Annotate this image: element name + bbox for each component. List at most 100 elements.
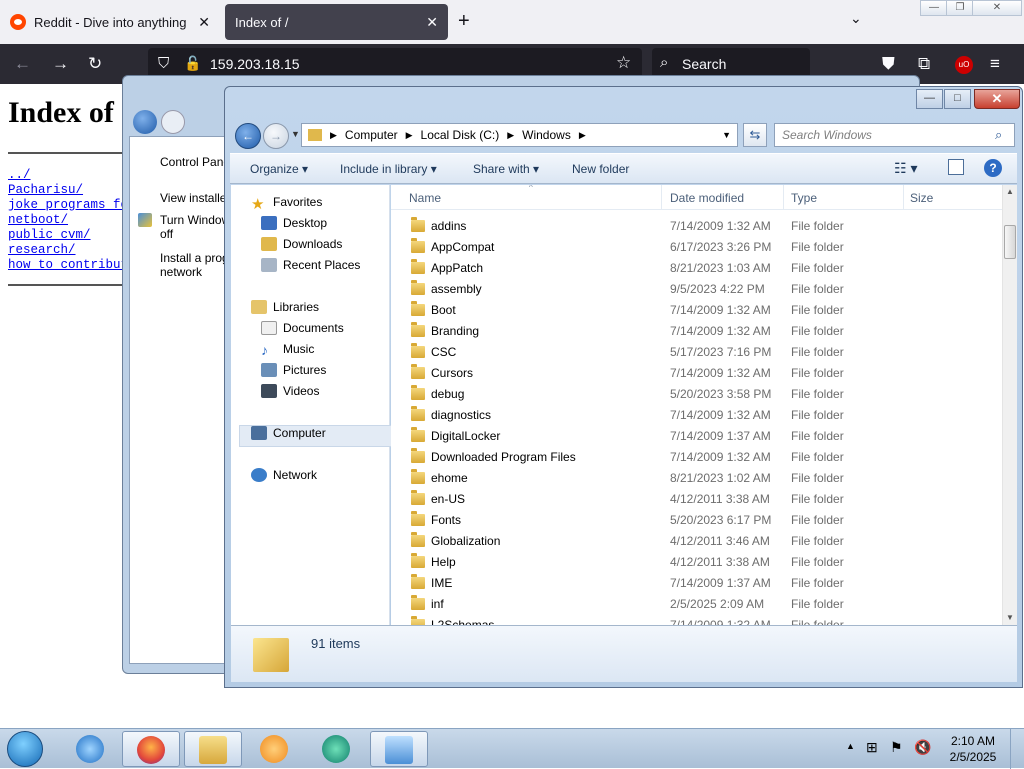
file-row[interactable]: Fonts 5/20/2023 6:17 PM File folder xyxy=(391,510,1002,531)
preview-pane-icon[interactable] xyxy=(948,159,964,175)
column-name[interactable]: Name xyxy=(409,191,441,205)
chevron-right-icon[interactable]: ▶ xyxy=(406,130,413,141)
scroll-thumb[interactable] xyxy=(1004,225,1016,259)
reload-icon[interactable]: ↻ xyxy=(88,54,102,74)
nav-documents[interactable]: Documents xyxy=(261,321,344,335)
chevron-right-icon[interactable]: ▶ xyxy=(579,130,586,141)
column-divider[interactable] xyxy=(783,185,784,210)
dir-link[interactable]: research/ xyxy=(8,243,76,257)
show-desktop-button[interactable] xyxy=(1010,729,1024,769)
view-installed-link[interactable]: View installe xyxy=(160,191,226,205)
nav-desktop[interactable]: Desktop xyxy=(261,216,327,230)
refresh-icon[interactable]: ⇆ xyxy=(743,123,767,147)
file-row[interactable]: Boot 7/14/2009 1:32 AM File folder xyxy=(391,300,1002,321)
share-with-button[interactable]: Share with ▾ xyxy=(473,162,539,176)
taskbar-control-panel[interactable] xyxy=(370,731,428,767)
file-row[interactable]: Branding 7/14/2009 1:32 AM File folder xyxy=(391,321,1002,342)
explorer-window[interactable]: — □ ✕ ← → ▼ ▶ Computer ▶ Local Disk (C:)… xyxy=(224,86,1023,688)
search-icon[interactable]: ⌕ xyxy=(995,127,1002,143)
include-in-library-button[interactable]: Include in library ▾ xyxy=(340,162,437,176)
column-divider[interactable] xyxy=(903,185,904,210)
back-icon[interactable]: ← xyxy=(235,123,261,149)
chevron-right-icon[interactable]: ▶ xyxy=(507,130,514,141)
volume-muted-icon[interactable]: 🔇 xyxy=(914,739,931,756)
nav-downloads[interactable]: Downloads xyxy=(261,237,342,251)
insecure-lock-icon[interactable]: 🔓 xyxy=(184,55,201,72)
file-row[interactable]: diagnostics 7/14/2009 1:32 AM File folder xyxy=(391,405,1002,426)
nav-recent-places[interactable]: Recent Places xyxy=(261,258,360,272)
nav-favorites[interactable]: ★ Favorites xyxy=(251,195,322,213)
dir-link[interactable]: public_cvm/ xyxy=(8,228,91,242)
forward-icon[interactable]: → xyxy=(263,123,289,149)
file-row[interactable]: Cursors 7/14/2009 1:32 AM File folder xyxy=(391,363,1002,384)
minimize-button[interactable]: — xyxy=(916,89,943,109)
dir-link[interactable]: netboot/ xyxy=(8,213,68,227)
taskbar-firefox[interactable] xyxy=(122,731,180,767)
taskbar-explorer[interactable] xyxy=(184,731,242,767)
taskbar-app[interactable] xyxy=(308,731,366,767)
nav-pictures[interactable]: Pictures xyxy=(261,363,326,377)
file-row[interactable]: AppPatch 8/21/2023 1:03 AM File folder xyxy=(391,258,1002,279)
file-row[interactable]: Downloaded Program Files 7/14/2009 1:32 A… xyxy=(391,447,1002,468)
nav-music[interactable]: ♪ Music xyxy=(261,342,314,358)
nav-network[interactable]: Network xyxy=(251,468,317,482)
column-type[interactable]: Type xyxy=(791,191,817,205)
nav-computer[interactable]: Computer xyxy=(251,426,326,440)
maximize-button[interactable]: □ xyxy=(944,89,971,109)
column-divider[interactable] xyxy=(661,185,662,210)
file-row[interactable]: Help 4/12/2011 3:38 AM File folder xyxy=(391,552,1002,573)
menu-icon[interactable]: ≡ xyxy=(990,54,1000,74)
search-input[interactable]: Search Windows xyxy=(774,123,1015,147)
breadcrumb-computer[interactable]: Computer xyxy=(345,128,398,142)
column-size[interactable]: Size xyxy=(910,191,933,205)
forward-icon[interactable] xyxy=(161,110,185,134)
action-center-flag-icon[interactable]: ⚑ xyxy=(890,739,903,756)
dir-link[interactable]: how_to_contribute xyxy=(8,258,136,272)
back-icon[interactable] xyxy=(133,110,157,134)
dir-link[interactable]: Pacharisu/ xyxy=(8,183,83,197)
close-tab-icon[interactable]: ✕ xyxy=(198,14,210,31)
file-row[interactable]: Globalization 4/12/2011 3:46 AM File folde… xyxy=(391,531,1002,552)
file-row[interactable]: assembly 9/5/2023 4:22 PM File folder xyxy=(391,279,1002,300)
pocket-icon[interactable]: ⛊ xyxy=(882,54,895,74)
bookmark-star-icon[interactable]: ☆ xyxy=(616,53,631,73)
control-panel-home-link[interactable]: Control Pane xyxy=(160,155,230,169)
taskbar-media-player[interactable] xyxy=(246,731,304,767)
file-row[interactable]: inf 2/5/2025 2:09 AM File folder xyxy=(391,594,1002,615)
close-tab-icon[interactable]: ✕ xyxy=(426,14,438,31)
maximize-button[interactable]: ❐ xyxy=(946,0,974,16)
file-row[interactable]: CSC 5/17/2023 7:16 PM File folder xyxy=(391,342,1002,363)
new-tab-button[interactable]: + xyxy=(458,10,470,33)
forward-icon[interactable]: → xyxy=(52,54,69,74)
address-dropdown-icon[interactable]: ▼ xyxy=(722,130,731,140)
file-row[interactable]: addins 7/14/2009 1:32 AM File folder xyxy=(391,216,1002,237)
file-row[interactable]: DigitalLocker 7/14/2009 1:37 AM File folde… xyxy=(391,426,1002,447)
file-row[interactable]: IME 7/14/2009 1:37 AM File folder xyxy=(391,573,1002,594)
scroll-down-icon[interactable]: ▼ xyxy=(1006,613,1014,622)
search-placeholder[interactable]: Search xyxy=(682,56,726,72)
minimize-button[interactable]: — xyxy=(920,0,948,16)
file-row[interactable]: AppCompat 6/17/2023 3:26 PM File folder xyxy=(391,237,1002,258)
shield-icon[interactable]: ⛉ xyxy=(158,55,169,72)
start-button[interactable] xyxy=(7,731,43,767)
show-hidden-icons-icon[interactable]: ▲ xyxy=(846,741,855,751)
view-options-icon[interactable]: ☷ ▾ xyxy=(894,160,917,177)
tab-index[interactable]: Index of / ✕ xyxy=(225,4,448,40)
help-icon[interactable]: ? xyxy=(984,159,1002,177)
file-row[interactable]: ehome 8/21/2023 1:02 AM File folder xyxy=(391,468,1002,489)
network-tray-icon[interactable]: ⊞ xyxy=(866,739,878,756)
dir-link[interactable]: joke_programs_fo xyxy=(8,198,128,212)
taskbar-ie[interactable] xyxy=(62,731,120,767)
extensions-icon[interactable]: ⧉ xyxy=(918,54,930,74)
column-date[interactable]: Date modified xyxy=(670,191,744,205)
vertical-scrollbar[interactable]: ▲ ▼ xyxy=(1002,185,1017,625)
recent-pages-chevron-icon[interactable]: ▼ xyxy=(291,129,300,139)
close-window-button[interactable]: ✕ xyxy=(974,89,1020,109)
organize-button[interactable]: Organize ▾ xyxy=(250,162,308,176)
close-window-button[interactable]: ✕ xyxy=(972,0,1022,16)
clock[interactable]: 2:10 AM 2/5/2025 xyxy=(948,733,998,765)
new-folder-button[interactable]: New folder xyxy=(572,162,629,176)
file-row[interactable]: debug 5/20/2023 3:58 PM File folder xyxy=(391,384,1002,405)
address-bar[interactable]: ▶ Computer ▶ Local Disk (C:) ▶ Windows ▶… xyxy=(301,123,738,147)
breadcrumb-local-disk[interactable]: Local Disk (C:) xyxy=(421,128,500,142)
